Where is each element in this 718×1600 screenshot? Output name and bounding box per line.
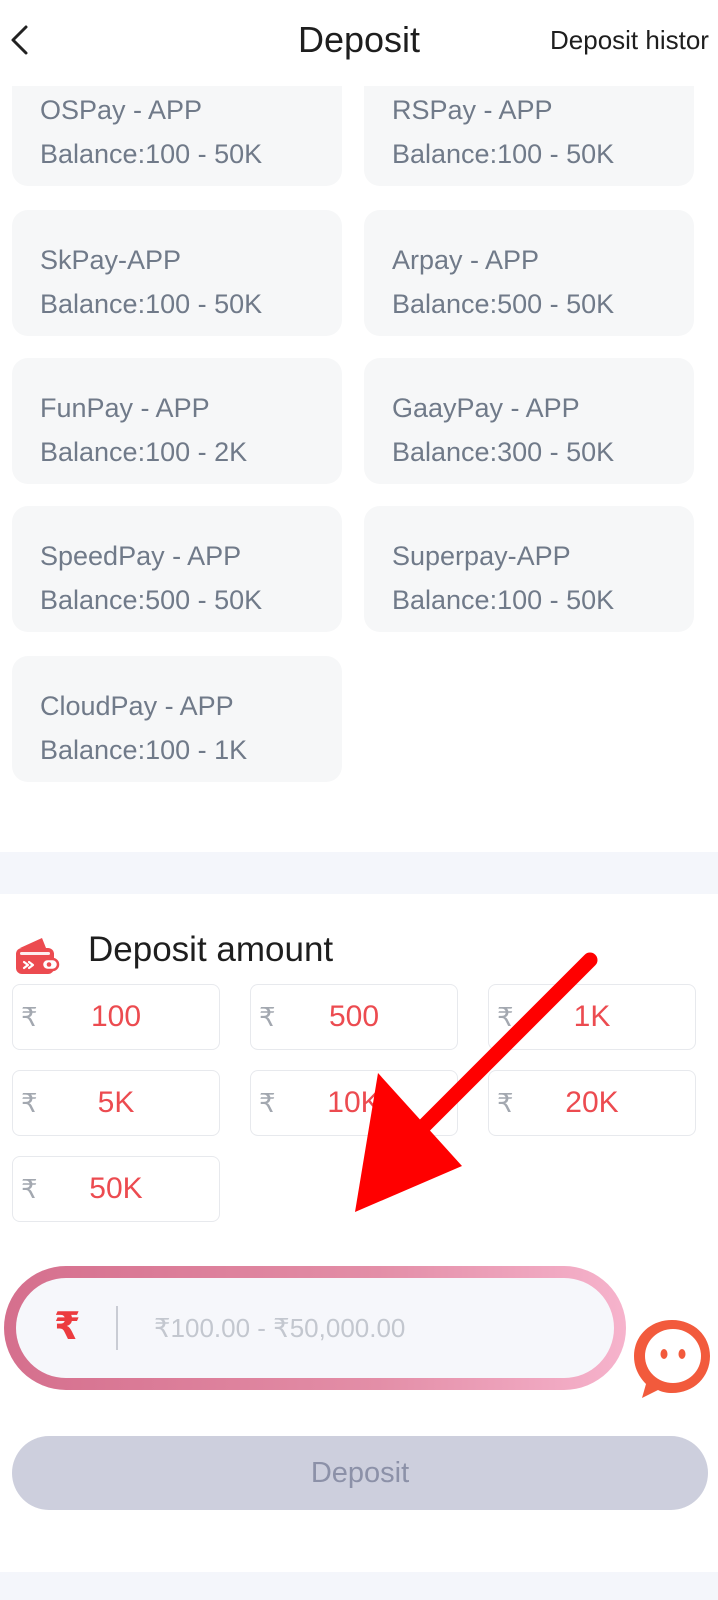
- channel-name: SkPay-APP: [40, 245, 182, 275]
- wallet-icon: [16, 938, 60, 974]
- amount-input-container: ₹: [4, 1266, 626, 1390]
- channel-range: Balance:100 - 50K: [40, 139, 263, 169]
- input-divider: [116, 1306, 118, 1350]
- chip-value: 5K: [97, 1086, 135, 1119]
- channel-range: Balance:500 - 50K: [40, 585, 263, 615]
- channel-name: CloudPay - APP: [40, 691, 234, 721]
- deposit-amount-title: Deposit amount: [88, 930, 334, 969]
- amount-chip-20k[interactable]: ₹ 20K: [488, 1070, 696, 1136]
- amount-chip-1k[interactable]: ₹ 1K: [488, 984, 696, 1050]
- channel-range: Balance:500 - 50K: [392, 289, 615, 319]
- deposit-button[interactable]: Deposit: [12, 1436, 708, 1510]
- channel-card-superpay[interactable]: Superpay-APP Balance:100 - 50K: [364, 506, 694, 632]
- channel-name: OSPay - APP: [40, 95, 203, 125]
- back-button[interactable]: [0, 18, 40, 62]
- channel-range: Balance:100 - 1K: [40, 735, 248, 765]
- section-divider: [0, 852, 718, 894]
- amount-chip-50k[interactable]: ₹ 50K: [12, 1156, 220, 1222]
- chip-value: 1K: [573, 1000, 611, 1033]
- payment-channel-list: OSPay - APP Balance:100 - 50K RSPay - AP…: [0, 0, 718, 850]
- channel-name: Superpay-APP: [392, 541, 571, 571]
- chip-value: 10K: [327, 1086, 381, 1119]
- amount-chip-100[interactable]: ₹ 100: [12, 984, 220, 1050]
- chip-value: 100: [90, 1000, 142, 1033]
- channel-name: GaayPay - APP: [392, 393, 580, 423]
- channel-card-speedpay[interactable]: SpeedPay - APP Balance:500 - 50K: [12, 506, 342, 632]
- deposit-amount-input[interactable]: [152, 1298, 596, 1358]
- channel-card-gaaypay[interactable]: GaayPay - APP Balance:300 - 50K: [364, 358, 694, 484]
- channel-range: Balance:300 - 50K: [392, 437, 615, 467]
- channel-card-funpay[interactable]: FunPay - APP Balance:100 - 2K: [12, 358, 342, 484]
- channel-name: RSPay - APP: [392, 95, 553, 125]
- channel-range: Balance:100 - 50K: [392, 585, 615, 615]
- chevron-left-icon: [11, 25, 28, 55]
- deposit-page: OSPay - APP Balance:100 - 50K RSPay - AP…: [0, 0, 718, 1600]
- channel-name: SpeedPay - APP: [40, 541, 242, 571]
- channel-card-arpay[interactable]: Arpay - APP Balance:500 - 50K: [364, 210, 694, 336]
- rupee-icon: ₹: [54, 1306, 81, 1348]
- chat-bubble-icon[interactable]: [626, 1312, 718, 1404]
- channel-range: Balance:100 - 2K: [40, 437, 248, 467]
- channel-name: Arpay - APP: [392, 245, 540, 275]
- channel-card-cloudpay[interactable]: CloudPay - APP Balance:100 - 1K: [12, 656, 342, 782]
- channel-card-skpay[interactable]: SkPay-APP Balance:100 - 50K: [12, 210, 342, 336]
- deposit-history-link[interactable]: Deposit histor: [550, 22, 709, 58]
- channel-range: Balance:100 - 50K: [392, 139, 615, 169]
- amount-chip-10k[interactable]: ₹ 10K: [250, 1070, 458, 1136]
- channel-range: Balance:100 - 50K: [40, 289, 263, 319]
- chip-value: 50K: [89, 1172, 143, 1205]
- chip-value: 500: [328, 1000, 380, 1033]
- channel-name: FunPay - APP: [40, 393, 210, 423]
- bottom-band: [0, 1572, 718, 1600]
- chip-value: 20K: [565, 1086, 619, 1119]
- amount-chip-5k[interactable]: ₹ 5K: [12, 1070, 220, 1136]
- app-header: Deposit Deposit histor: [0, 0, 718, 86]
- amount-chip-500[interactable]: ₹ 500: [250, 984, 458, 1050]
